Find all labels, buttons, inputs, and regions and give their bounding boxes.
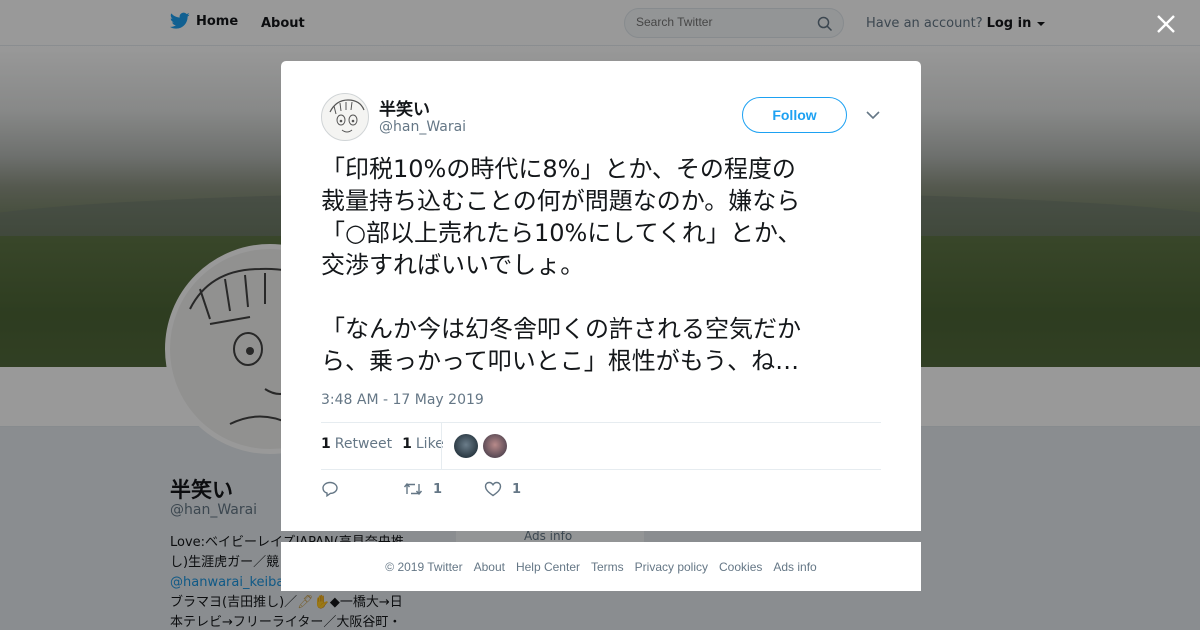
tweet-timestamp[interactable]: 3:48 AM - 17 May 2019 [321,392,484,408]
footer-link-privacy[interactable]: Privacy policy [635,560,708,574]
avatar-drawing [329,99,365,133]
tweet-text: 「印税10%の時代に8%」とか、その程度の 裁量持ち込むことの何が問題なのか。嫌… [321,155,802,375]
retweet-count: 1 [433,481,443,497]
divider [321,422,881,423]
footer-link-about[interactable]: About [474,560,505,574]
retweet-stat[interactable]: 1 Retweet [321,436,392,452]
follow-button[interactable]: Follow [742,97,847,133]
retweet-icon [403,482,423,496]
like-stat[interactable]: 1 Like [402,436,444,452]
tweet-author-handle[interactable]: @han_Warai [379,119,466,135]
divider [321,469,881,470]
retweet-button[interactable]: 1 [403,481,484,497]
tweet-stats: 1 Retweet 1 Like [321,436,444,452]
tweet-author-name[interactable]: 半笑い [379,95,430,120]
reply-icon [322,481,338,497]
heart-icon [484,481,502,497]
stats-divider [441,422,442,469]
like-button[interactable]: 1 [484,481,521,497]
footer-link-ads-info[interactable]: Ads info [773,560,816,574]
tweet-modal: 半笑い @han_Warai Follow 「印税10%の時代に8%」とか、その… [281,61,921,531]
close-button[interactable] [1152,10,1180,38]
footer-link-terms[interactable]: Terms [591,560,624,574]
tweet-actions: 1 1 [321,481,521,497]
liker-avatar[interactable] [454,434,478,458]
like-count: 1 [512,481,522,497]
close-icon [1157,15,1175,33]
footer-links: © 2019 Twitter About Help Center Terms P… [281,542,921,591]
liker-avatar[interactable] [483,434,507,458]
tweet-author-avatar[interactable] [321,93,369,141]
footer-copyright: © 2019 Twitter [385,559,463,574]
reply-button[interactable] [321,481,403,497]
footer-link-help-center[interactable]: Help Center [516,560,580,574]
chevron-down-icon[interactable] [865,109,881,121]
footer-link-cookies[interactable]: Cookies [719,560,762,574]
